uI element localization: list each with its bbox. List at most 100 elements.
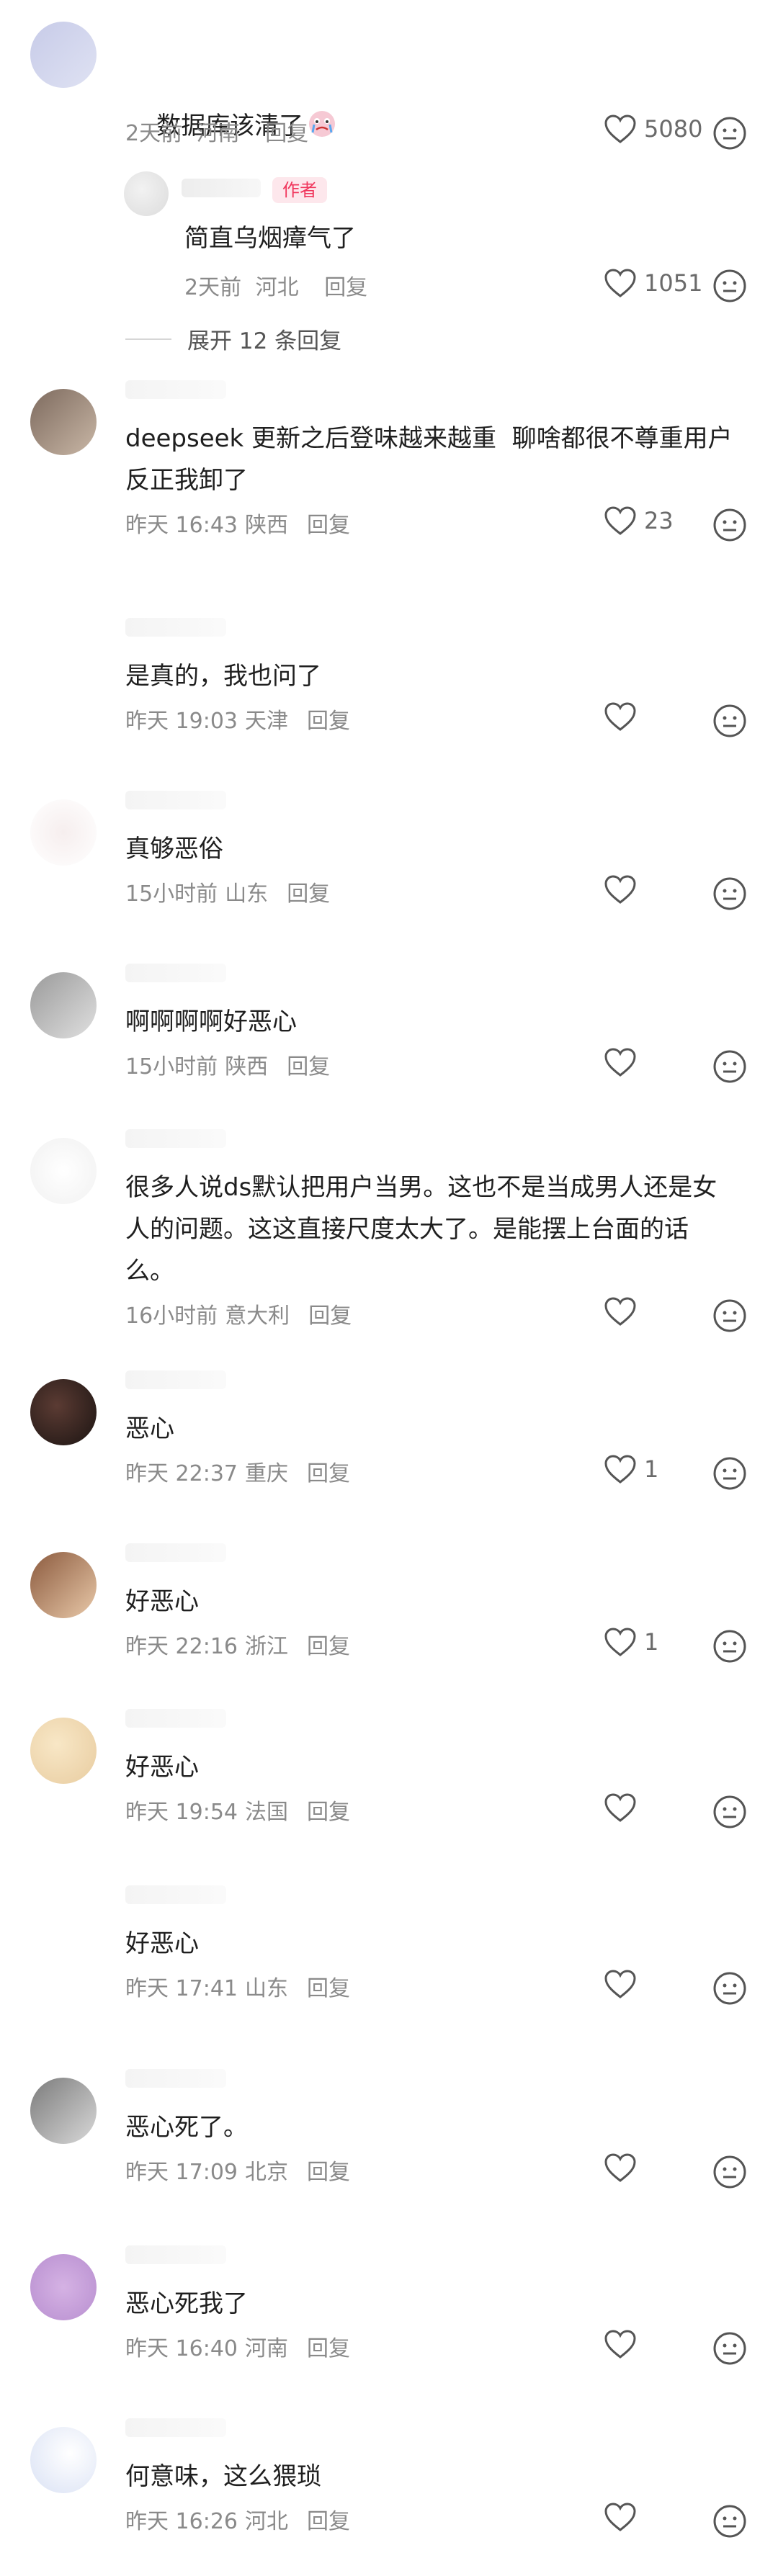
reply-button[interactable]: 回复	[307, 1800, 350, 1825]
avatar[interactable]	[30, 1894, 97, 1960]
avatar[interactable]	[30, 972, 97, 1038]
heart-icon	[604, 2153, 636, 2182]
comment-meta: 昨天 16:26 河北 回复	[125, 2503, 350, 2535]
like-button[interactable]	[604, 1969, 644, 1999]
like-count: 1051	[644, 269, 703, 297]
like-count: 1	[644, 1455, 659, 1483]
comment-time: 15小时前	[125, 881, 218, 907]
avatar[interactable]	[30, 2254, 97, 2320]
comment-time: 昨天 16:43	[125, 513, 238, 538]
username-blurred	[125, 1370, 226, 1389]
like-button[interactable]	[604, 1047, 644, 1077]
dislike-button[interactable]	[712, 2154, 748, 2190]
username-blurred	[125, 1129, 226, 1148]
heart-icon	[604, 1970, 636, 1998]
avatar[interactable]	[30, 627, 97, 693]
reply-button[interactable]: 回复	[307, 1461, 350, 1486]
like-button[interactable]	[604, 2502, 644, 2532]
dislike-button[interactable]	[712, 1298, 748, 1334]
dislike-button[interactable]	[712, 1628, 748, 1664]
comment-time: 昨天 17:41	[125, 1976, 238, 2001]
like-button[interactable]	[604, 2153, 644, 2183]
comment-text: 是真的，我也问了	[125, 662, 321, 691]
comment-text: 啊啊啊啊好恶心	[125, 1007, 297, 1036]
comment-time: 15小时前	[125, 1054, 218, 1080]
comment-location: 河南	[245, 2336, 288, 2361]
neutral-face-icon	[713, 877, 746, 910]
expand-replies-button[interactable]: 展开 12 条回复	[125, 323, 341, 355]
reply-button[interactable]: 回复	[307, 513, 350, 538]
like-button[interactable]: 1	[604, 1454, 658, 1484]
like-button[interactable]	[604, 1792, 644, 1823]
comment-time: 昨天 19:03	[125, 709, 238, 734]
comment-time: 昨天 22:16	[125, 1634, 238, 1659]
like-button[interactable]	[604, 1296, 644, 1327]
reply-button[interactable]: 回复	[307, 2509, 350, 2534]
username-blurred	[125, 618, 226, 637]
like-button[interactable]: 5080	[604, 114, 702, 144]
username-blurred	[125, 2418, 226, 2437]
dislike-button[interactable]	[712, 1794, 748, 1830]
neutral-face-icon	[713, 269, 746, 302]
comment-meta: 15小时前 陕西 回复	[125, 1049, 330, 1080]
reply-button[interactable]: 回复	[287, 881, 330, 907]
comment-location: 天津	[245, 709, 288, 734]
like-button[interactable]: 23	[604, 506, 674, 536]
avatar[interactable]	[30, 1718, 97, 1784]
dislike-button[interactable]	[712, 2330, 748, 2366]
dislike-button[interactable]	[712, 115, 748, 151]
username-blurred	[125, 964, 226, 982]
like-button[interactable]: 1051	[604, 268, 702, 298]
username-blurred	[125, 1709, 226, 1728]
comment-time: 16小时前	[125, 1303, 218, 1329]
comment-location: 陕西	[245, 513, 288, 538]
comment-location: 重庆	[245, 1461, 288, 1486]
comment-location: 山东	[245, 1976, 288, 2001]
reply-button[interactable]: 回复	[265, 121, 308, 146]
dislike-button[interactable]	[712, 507, 748, 543]
reply-button[interactable]: 回复	[307, 709, 350, 734]
avatar[interactable]	[30, 389, 97, 455]
dislike-button[interactable]	[712, 268, 748, 304]
neutral-face-icon	[713, 1972, 746, 2005]
dislike-button[interactable]	[712, 2503, 748, 2539]
comment-meta: 昨天 17:41 山东 回复	[125, 1970, 350, 2002]
like-button[interactable]	[604, 701, 644, 732]
comment-meta: 昨天 19:54 法国 回复	[125, 1794, 350, 1826]
comment-text: 好恶心	[125, 1753, 199, 1782]
avatar[interactable]	[30, 1552, 97, 1618]
avatar[interactable]	[30, 2078, 97, 2144]
comment-text: 真够恶俗	[125, 835, 223, 863]
avatar[interactable]	[30, 1379, 97, 1445]
comment-text: deepseek 更新之后登味越来越重 聊啥都很不尊重用户 反正我卸了	[125, 424, 748, 495]
comment-meta: 昨天 17:09 北京 回复	[125, 2154, 350, 2186]
avatar[interactable]	[30, 799, 97, 866]
reply-button[interactable]: 回复	[307, 1634, 350, 1659]
crying-face-emoji-icon	[309, 111, 336, 137]
avatar[interactable]	[30, 1138, 97, 1204]
avatar[interactable]	[124, 171, 169, 216]
comment-location: 法国	[245, 1800, 288, 1825]
like-count: 5080	[644, 115, 703, 143]
comment-location: 河南	[196, 121, 240, 146]
like-button[interactable]: 1	[604, 1627, 658, 1657]
dislike-button[interactable]	[712, 1970, 748, 2006]
avatar[interactable]	[30, 22, 97, 88]
neutral-face-icon	[713, 2155, 746, 2189]
reply-button[interactable]: 回复	[307, 2336, 350, 2361]
reply-button[interactable]: 回复	[287, 1054, 330, 1080]
like-button[interactable]	[604, 874, 644, 905]
comment-location: 陕西	[225, 1054, 269, 1080]
dislike-button[interactable]	[712, 1049, 748, 1085]
dislike-button[interactable]	[712, 1455, 748, 1491]
reply-button[interactable]: 回复	[307, 1976, 350, 2001]
reply-button[interactable]: 回复	[324, 275, 367, 300]
dislike-button[interactable]	[712, 703, 748, 739]
reply-button[interactable]: 回复	[308, 1303, 352, 1329]
reply-button[interactable]: 回复	[307, 2160, 350, 2185]
dislike-button[interactable]	[712, 876, 748, 912]
comment-text: 好恶心	[125, 1587, 199, 1616]
divider	[125, 338, 171, 340]
like-button[interactable]	[604, 2329, 644, 2359]
avatar[interactable]	[30, 2427, 97, 2493]
